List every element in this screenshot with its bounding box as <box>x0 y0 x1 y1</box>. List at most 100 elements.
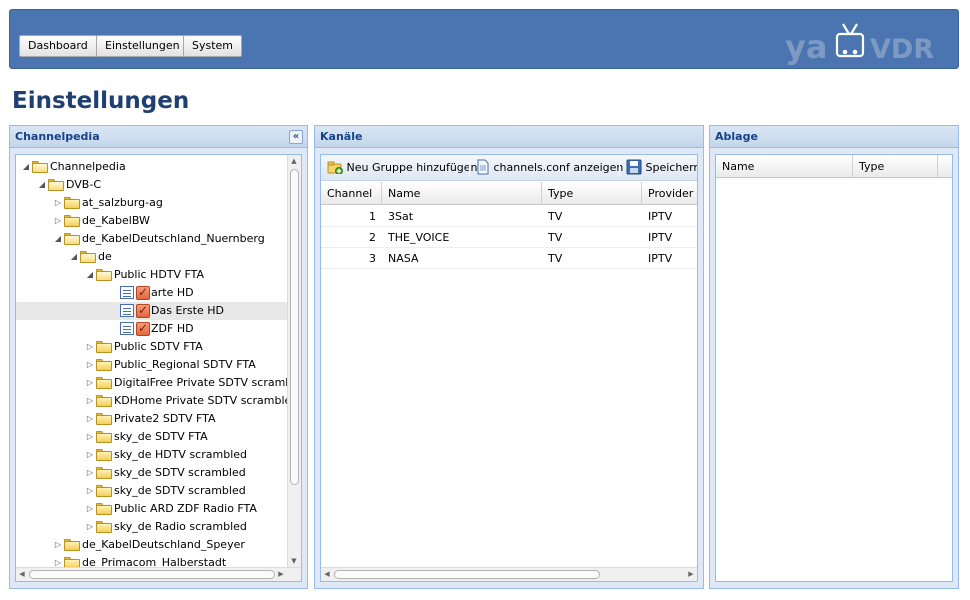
column-header-type[interactable]: Type <box>542 182 642 205</box>
tree-item-label: arte HD <box>151 286 194 299</box>
tree-folder-item[interactable]: ▷ sky_de SDTV scrambled <box>16 482 287 500</box>
scroll-left-arrow-icon[interactable]: ◀ <box>321 570 333 578</box>
channels-horizontal-scrollbar[interactable]: ◀ ▶ <box>321 567 697 581</box>
tree-folder-item[interactable]: ▷ DigitalFree Private SDTV scrambled <box>16 374 301 392</box>
collapsed-arrow-icon[interactable]: ▷ <box>54 194 62 212</box>
tree-item-label: DVB-C <box>66 178 101 191</box>
folder-icon <box>64 539 80 551</box>
tree-item-label: Public HDTV FTA <box>114 268 205 281</box>
collapsed-arrow-icon[interactable]: ▷ <box>86 428 94 446</box>
tree-vscroll-thumb[interactable] <box>290 169 299 485</box>
system-button[interactable]: System <box>183 35 243 57</box>
folder-open-icon <box>64 233 80 245</box>
save-button[interactable]: Speichern <box>626 159 697 177</box>
checked-checkbox-icon[interactable]: ✓ <box>136 304 150 318</box>
collapsed-arrow-icon[interactable]: ▷ <box>86 338 94 356</box>
tree-folder-item[interactable]: ▷ Public ARD ZDF Radio FTA <box>16 500 287 518</box>
tree-folder-item[interactable]: ▷ sky_de SDTV scrambled <box>16 464 287 482</box>
channel-list-icon <box>120 304 134 317</box>
add-group-button[interactable]: Neu Gruppe hinzufügen <box>327 159 478 177</box>
tree-folder-item[interactable]: ▷ Public_Regional SDTV FTA <box>16 356 287 374</box>
ablage-grid-header: Name Type <box>716 155 952 178</box>
tree-channel-item[interactable]: ✓ Das Erste HD <box>16 302 287 320</box>
table-row[interactable]: 3 NASA TV IPTV <box>321 248 697 269</box>
scroll-right-arrow-icon[interactable]: ▶ <box>275 570 287 578</box>
table-row[interactable]: 1 3Sat TV IPTV <box>321 206 697 227</box>
tree-horizontal-scrollbar[interactable]: ◀ ▶ <box>16 567 301 581</box>
save-disk-icon <box>626 159 642 175</box>
checked-checkbox-icon[interactable]: ✓ <box>136 286 150 300</box>
channels-hscroll-thumb[interactable] <box>334 570 600 579</box>
checked-checkbox-icon[interactable]: ✓ <box>136 322 150 336</box>
show-channels-conf-button[interactable]: channels.conf anzeigen <box>476 159 623 177</box>
channelpedia-panel: Channelpedia « ◢ Channelpedia ◢ DVB-C ▷ at_sa… <box>9 125 308 589</box>
logo-ya-text: ya <box>785 28 827 65</box>
tree-folder-item[interactable]: ▷ at_salzburg-ag <box>16 194 287 212</box>
folder-icon <box>96 413 112 425</box>
channel-provider-cell: IPTV <box>648 210 673 223</box>
expanded-arrow-icon[interactable]: ◢ <box>54 230 62 248</box>
channel-name-cell: NASA <box>388 252 419 265</box>
dashboard-button[interactable]: Dashboard <box>19 35 97 57</box>
toolbar-separator <box>619 160 620 176</box>
tree-item-label: de_KabelDeutschland_Nuernberg <box>82 232 265 245</box>
tree-vertical-scrollbar[interactable]: ▲ ▼ <box>287 155 301 567</box>
collapsed-arrow-icon[interactable]: ▷ <box>86 500 94 518</box>
tree-folder-item[interactable]: ◢ de <box>16 248 287 266</box>
tree-folder-item[interactable]: ▷ sky_de HDTV scrambled <box>16 446 287 464</box>
collapsed-arrow-icon[interactable]: ▷ <box>86 392 94 410</box>
column-header-name[interactable]: Name <box>382 182 542 205</box>
collapsed-arrow-icon[interactable]: ▷ <box>86 356 94 374</box>
expanded-arrow-icon[interactable]: ◢ <box>70 248 78 266</box>
channel-name-cell: THE_VOICE <box>388 231 450 244</box>
collapsed-arrow-icon[interactable]: ▷ <box>54 536 62 554</box>
collapsed-arrow-icon[interactable]: ▷ <box>86 374 94 392</box>
tree-channel-item[interactable]: ✓ ZDF HD <box>16 320 287 338</box>
tree-folder-item[interactable]: ◢ Public HDTV FTA <box>16 266 287 284</box>
table-row[interactable]: 2 THE_VOICE TV IPTV <box>321 227 697 248</box>
channel-number-cell: 2 <box>369 231 376 244</box>
scroll-down-arrow-icon[interactable]: ▼ <box>288 557 300 565</box>
tree-channel-item[interactable]: ✓ arte HD <box>16 284 287 302</box>
expanded-arrow-icon[interactable]: ◢ <box>22 158 30 176</box>
tree-item-label: sky_de SDTV scrambled <box>114 466 246 479</box>
collapse-panel-icon[interactable]: « <box>289 130 303 144</box>
collapsed-arrow-icon[interactable]: ▷ <box>86 518 94 536</box>
collapsed-arrow-icon[interactable]: ▷ <box>86 464 94 482</box>
column-header-name[interactable]: Name <box>716 155 853 178</box>
column-header-provider[interactable]: Provider <box>642 182 697 205</box>
tree-folder-item[interactable]: ▷ KDHome Private SDTV scrambled <box>16 392 298 410</box>
folder-icon <box>96 485 112 497</box>
expanded-arrow-icon[interactable]: ◢ <box>38 176 46 194</box>
collapsed-arrow-icon[interactable]: ▷ <box>86 482 94 500</box>
settings-button[interactable]: Einstellungen <box>96 35 189 57</box>
expanded-arrow-icon[interactable]: ◢ <box>86 266 94 284</box>
channelpedia-panel-header: Channelpedia « <box>10 126 307 148</box>
tree-folder-item[interactable]: ▷ Public SDTV FTA <box>16 338 287 356</box>
ablage-grid: Name Type <box>715 154 953 582</box>
tree-item-label: at_salzburg-ag <box>82 196 163 209</box>
tree-folder-item[interactable]: ◢ Channelpedia <box>16 158 287 176</box>
column-header-channel[interactable]: Channel <box>321 182 382 205</box>
scroll-up-arrow-icon[interactable]: ▲ <box>288 157 300 165</box>
folder-icon <box>96 341 112 353</box>
tree-folder-item[interactable]: ▷ Private2 SDTV FTA <box>16 410 287 428</box>
scroll-left-arrow-icon[interactable]: ◀ <box>16 570 28 578</box>
scroll-right-arrow-icon[interactable]: ▶ <box>685 570 697 578</box>
tree-folder-item[interactable]: ◢ de_KabelDeutschland_Nuernberg <box>16 230 287 248</box>
tree-folder-item[interactable]: ▷ sky_de SDTV FTA <box>16 428 287 446</box>
folder-icon <box>96 431 112 443</box>
folder-icon <box>96 395 112 407</box>
column-header-type[interactable]: Type <box>853 155 938 178</box>
tree-folder-item[interactable]: ▷ sky_de Radio scrambled <box>16 518 287 536</box>
tree-folder-item[interactable]: ◢ DVB-C <box>16 176 287 194</box>
tree-hscroll-thumb[interactable] <box>29 570 275 579</box>
tree-folder-item[interactable]: ▷ de_KabelDeutschland_Speyer <box>16 536 287 554</box>
tree-item-label: Public SDTV FTA <box>114 340 203 353</box>
tree-folder-item[interactable]: ▷ de_KabelBW <box>16 212 287 230</box>
collapsed-arrow-icon[interactable]: ▷ <box>86 446 94 464</box>
collapsed-arrow-icon[interactable]: ▷ <box>54 212 62 230</box>
tree-item-label: Private2 SDTV FTA <box>114 412 216 425</box>
tree-item-label: sky_de HDTV scrambled <box>114 448 247 461</box>
collapsed-arrow-icon[interactable]: ▷ <box>86 410 94 428</box>
